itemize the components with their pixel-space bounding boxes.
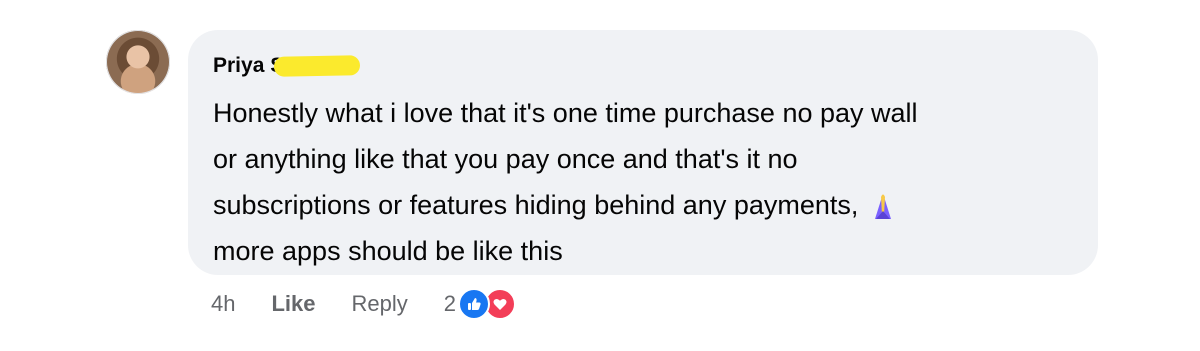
comment-line: subscriptions or features hiding behind … xyxy=(213,190,859,220)
comment-text: Honestly what i love that it's one time … xyxy=(213,90,1053,274)
reaction-count: 2 xyxy=(443,291,457,316)
comment-line: Honestly what i love that it's one time … xyxy=(213,98,918,128)
comment-bubble: Priya S Honestly what i love that it's o… xyxy=(188,30,1098,275)
reactions-summary[interactable]: 2 xyxy=(443,288,517,320)
redaction-mark xyxy=(274,55,361,77)
like-button[interactable]: Like xyxy=(271,291,315,317)
heart-icon xyxy=(493,299,507,310)
avatar[interactable] xyxy=(106,30,170,94)
comment-line: more apps should be like this xyxy=(213,236,563,266)
thumbs-up-icon xyxy=(468,298,481,310)
timestamp[interactable]: 4h xyxy=(211,291,235,317)
comment-line-with-emoji: subscriptions or features hiding behind … xyxy=(213,182,1053,228)
comment-line: or anything like that you pay once and t… xyxy=(213,144,798,174)
comment-author[interactable]: Priya S xyxy=(213,54,361,78)
folded-hands-emoji-icon xyxy=(875,194,892,219)
like-reaction-icon xyxy=(458,288,491,320)
reply-button[interactable]: Reply xyxy=(352,291,408,317)
comment-actions: 4h Like Reply 2 xyxy=(211,287,517,321)
